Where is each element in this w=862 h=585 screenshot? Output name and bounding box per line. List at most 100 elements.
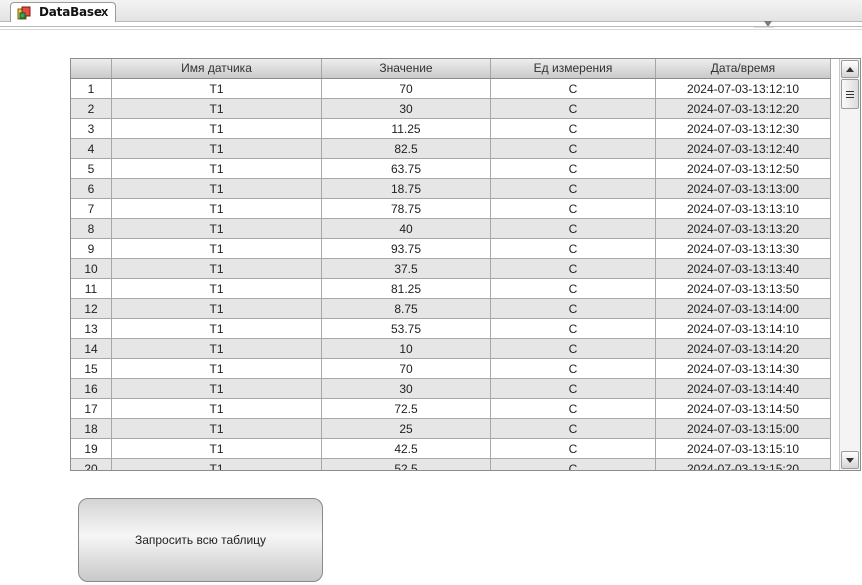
table-row[interactable]: 9 T1 93.75 C 2024-07-03-13:13:30 <box>71 239 831 259</box>
cell-datetime: 2024-07-03-13:13:00 <box>656 179 831 199</box>
cell-value: 72.5 <box>322 399 491 419</box>
table-row[interactable]: 3 T1 11.25 C 2024-07-03-13:12:30 <box>71 119 831 139</box>
table-row[interactable]: 17 T1 72.5 C 2024-07-03-13:14:50 <box>71 399 831 419</box>
cell-index: 1 <box>71 79 112 99</box>
cell-index: 13 <box>71 319 112 339</box>
table-row[interactable]: 1 T1 70 C 2024-07-03-13:12:10 <box>71 79 831 99</box>
cell-sensor-name: T1 <box>112 459 322 470</box>
cell-unit: C <box>491 219 656 239</box>
cell-sensor-name: T1 <box>112 279 322 299</box>
cell-unit: C <box>491 159 656 179</box>
header-unit[interactable]: Ед измерения <box>491 59 656 78</box>
table-row[interactable]: 18 T1 25 C 2024-07-03-13:15:00 <box>71 419 831 439</box>
header-datetime[interactable]: Дата/время <box>656 59 831 78</box>
cell-value: 63.75 <box>322 159 491 179</box>
table-row[interactable]: 12 T1 8.75 C 2024-07-03-13:14:00 <box>71 299 831 319</box>
cell-index: 10 <box>71 259 112 279</box>
vertical-scrollbar[interactable] <box>839 59 860 470</box>
cell-index: 14 <box>71 339 112 359</box>
cell-datetime: 2024-07-03-13:14:10 <box>656 319 831 339</box>
cell-value: 40 <box>322 219 491 239</box>
scroll-thumb[interactable] <box>841 79 859 109</box>
data-table[interactable]: Имя датчика Значение Ед измерения Дата/в… <box>70 58 861 471</box>
cell-datetime: 2024-07-03-13:13:30 <box>656 239 831 259</box>
table-row[interactable]: 5 T1 63.75 C 2024-07-03-13:12:50 <box>71 159 831 179</box>
table-row[interactable]: 8 T1 40 C 2024-07-03-13:13:20 <box>71 219 831 239</box>
table-row[interactable]: 16 T1 30 C 2024-07-03-13:14:40 <box>71 379 831 399</box>
cell-value: 18.75 <box>322 179 491 199</box>
table-row[interactable]: 19 T1 42.5 C 2024-07-03-13:15:10 <box>71 439 831 459</box>
cell-value: 30 <box>322 99 491 119</box>
cell-sensor-name: T1 <box>112 119 322 139</box>
cell-datetime: 2024-07-03-13:14:20 <box>656 339 831 359</box>
cell-datetime: 2024-07-03-13:15:20 <box>656 459 831 470</box>
scroll-down-button[interactable] <box>841 451 859 469</box>
cell-value: 70 <box>322 79 491 99</box>
cell-sensor-name: T1 <box>112 239 322 259</box>
cell-sensor-name: T1 <box>112 179 322 199</box>
query-table-button[interactable]: Запросить всю таблицу <box>78 498 323 582</box>
cell-value: 70 <box>322 359 491 379</box>
cell-datetime: 2024-07-03-13:13:10 <box>656 199 831 219</box>
cell-datetime: 2024-07-03-13:12:50 <box>656 159 831 179</box>
cell-unit: C <box>491 319 656 339</box>
table-body: 1 T1 70 C 2024-07-03-13:12:10 2 T1 30 C 2024-07-0… <box>71 79 831 470</box>
scroll-up-button[interactable] <box>841 60 859 78</box>
cell-value: 52.5 <box>322 459 491 470</box>
table-row[interactable]: 14 T1 10 C 2024-07-03-13:14:20 <box>71 339 831 359</box>
cell-value: 11.25 <box>322 119 491 139</box>
cell-sensor-name: T1 <box>112 99 322 119</box>
cell-sensor-name: T1 <box>112 199 322 219</box>
cell-sensor-name: T1 <box>112 259 322 279</box>
cell-unit: C <box>491 419 656 439</box>
cell-value: 82.5 <box>322 139 491 159</box>
cell-value: 53.75 <box>322 319 491 339</box>
cell-datetime: 2024-07-03-13:12:20 <box>656 99 831 119</box>
cell-unit: C <box>491 439 656 459</box>
cell-unit: C <box>491 199 656 219</box>
cell-unit: C <box>491 139 656 159</box>
cell-datetime: 2024-07-03-13:12:40 <box>656 139 831 159</box>
cell-datetime: 2024-07-03-13:13:50 <box>656 279 831 299</box>
cell-sensor-name: T1 <box>112 439 322 459</box>
cell-unit: C <box>491 79 656 99</box>
header-value[interactable]: Значение <box>322 59 491 78</box>
cell-datetime: 2024-07-03-13:13:40 <box>656 259 831 279</box>
grip-line <box>846 97 854 98</box>
cell-datetime: 2024-07-03-13:14:50 <box>656 399 831 419</box>
cell-datetime: 2024-07-03-13:14:40 <box>656 379 831 399</box>
cell-unit: C <box>491 459 656 470</box>
table-row[interactable]: 10 T1 37.5 C 2024-07-03-13:13:40 <box>71 259 831 279</box>
table-row[interactable]: 15 T1 70 C 2024-07-03-13:14:30 <box>71 359 831 379</box>
header-sensor-name[interactable]: Имя датчика <box>112 59 322 78</box>
cell-value: 10 <box>322 339 491 359</box>
table-row[interactable]: 6 T1 18.75 C 2024-07-03-13:13:00 <box>71 179 831 199</box>
close-icon[interactable]: x <box>101 4 108 20</box>
tab-bar: DataBase x <box>0 0 862 28</box>
cell-unit: C <box>491 119 656 139</box>
cell-sensor-name: T1 <box>112 379 322 399</box>
table-row[interactable]: 13 T1 53.75 C 2024-07-03-13:14:10 <box>71 319 831 339</box>
grip-line <box>846 94 854 95</box>
tab-database[interactable]: DataBase x <box>10 2 116 22</box>
cell-datetime: 2024-07-03-13:12:10 <box>656 79 831 99</box>
cell-value: 25 <box>322 419 491 439</box>
cell-value: 42.5 <box>322 439 491 459</box>
table-row[interactable]: 4 T1 82.5 C 2024-07-03-13:12:40 <box>71 139 831 159</box>
table-row[interactable]: 7 T1 78.75 C 2024-07-03-13:13:10 <box>71 199 831 219</box>
cell-unit: C <box>491 279 656 299</box>
cell-index: 16 <box>71 379 112 399</box>
table-row[interactable]: 20 T1 52.5 C 2024-07-03-13:15:20 <box>71 459 831 470</box>
header-index[interactable] <box>71 59 112 78</box>
cell-index: 2 <box>71 99 112 119</box>
cell-index: 4 <box>71 139 112 159</box>
tab-title: DataBase <box>39 5 102 19</box>
cell-datetime: 2024-07-03-13:14:00 <box>656 299 831 319</box>
table-row[interactable]: 11 T1 81.25 C 2024-07-03-13:13:50 <box>71 279 831 299</box>
table-row[interactable]: 2 T1 30 C 2024-07-03-13:12:20 <box>71 99 831 119</box>
cell-index: 20 <box>71 459 112 470</box>
cell-sensor-name: T1 <box>112 339 322 359</box>
table-header: Имя датчика Значение Ед измерения Дата/в… <box>71 59 831 79</box>
cell-value: 8.75 <box>322 299 491 319</box>
cell-value: 81.25 <box>322 279 491 299</box>
